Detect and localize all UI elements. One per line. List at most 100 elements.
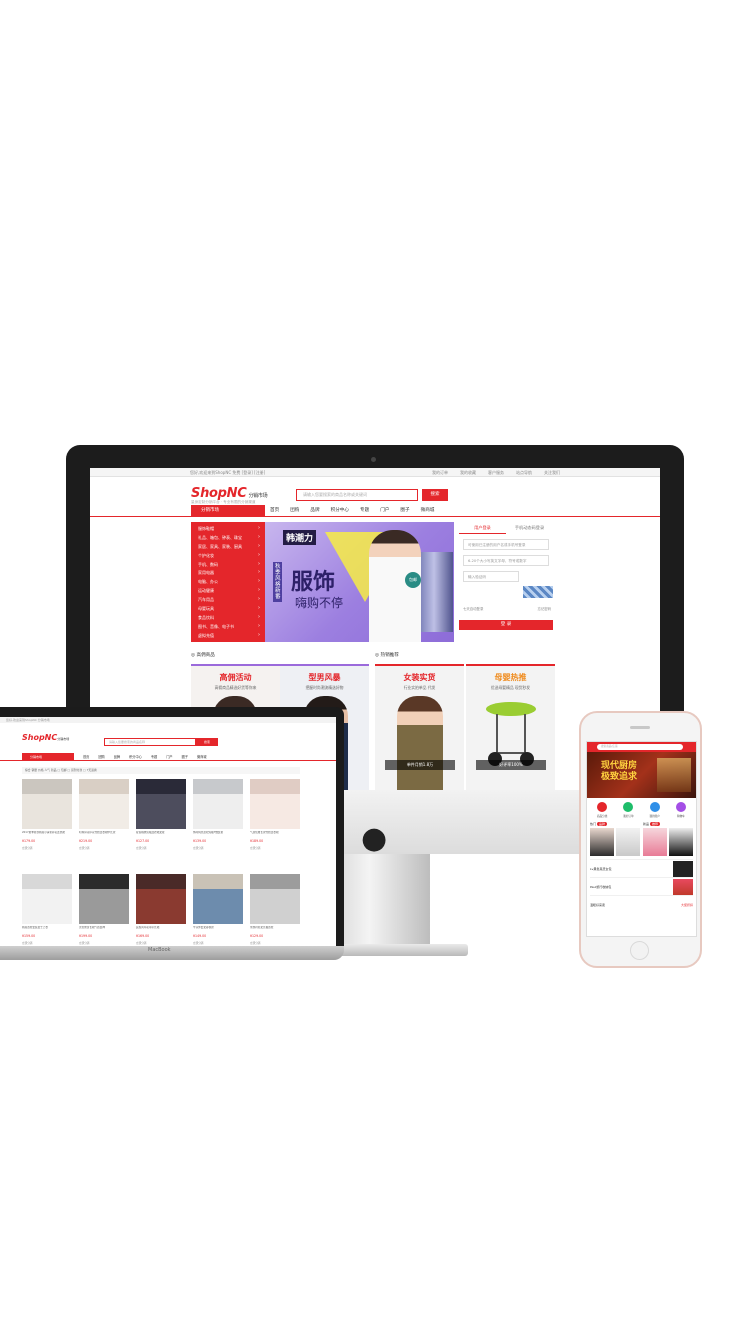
tab-member-login[interactable]: 用户登录 xyxy=(459,522,506,534)
product-title: 2017夏季新款韩版小清新碎花连衣裙 xyxy=(22,831,65,834)
captcha-image[interactable] xyxy=(523,586,553,598)
category-item[interactable]: 礼品、箱包、钟表、珠宝 xyxy=(191,534,265,544)
phone-thumb[interactable] xyxy=(643,828,667,856)
phone-search-input[interactable]: 搜索商品/店铺 xyxy=(597,744,683,750)
laptop-nav-points[interactable]: 积分中心 xyxy=(129,753,142,761)
nav-micro-mall[interactable]: 微商城 xyxy=(421,505,435,517)
phone-thumb[interactable] xyxy=(669,828,693,856)
laptop-main-nav: 分销市场 首页 团购 品牌 积分中心 专题 门户 圈子 微商城 xyxy=(0,753,336,761)
top-link-service[interactable]: 客户服务 xyxy=(488,468,504,477)
promo-card-women[interactable]: 女装实货 行业实拍单品 代发 单件月销1.8万 xyxy=(375,664,464,790)
category-item[interactable]: 母婴玩具 xyxy=(191,605,265,615)
category-item[interactable]: 个护化妆 xyxy=(191,552,265,562)
tab-mobile-login[interactable]: 手机动态码登录 xyxy=(506,522,553,534)
banner-label: 韩潮力 xyxy=(283,530,317,545)
product-filter-bar[interactable]: 综合 销量 价格 人气 新品 □ 包邮 □ 货到付款 □ 7天退换 xyxy=(22,767,300,774)
category-item[interactable]: 家居、家具、家装、厨具 xyxy=(191,543,265,553)
promo-title: 母婴热推 xyxy=(494,673,527,682)
category-icon[interactable]: 商品分类 xyxy=(591,802,613,818)
forgot-password-link[interactable]: 忘记密码 xyxy=(537,606,551,611)
category-menu-title[interactable]: 分销市场 xyxy=(191,505,265,517)
product-card[interactable]: 条纹衬衫女长袖宽松 ¥129.00 立即分销 xyxy=(250,874,300,946)
nav-brand[interactable]: 品牌 xyxy=(310,505,319,517)
product-title: 黑色修身长裙气质女神 xyxy=(79,926,105,929)
top-link-follow[interactable]: 关注我们 xyxy=(544,468,560,477)
nav-circle[interactable]: 圈子 xyxy=(400,505,409,517)
product-card[interactable]: 韩版宽松套装女士上衣 ¥159.00 立即分销 xyxy=(22,874,72,946)
phone-list-item[interactable]: 温暖好来卖 大促折扣 xyxy=(590,895,693,913)
distribute-button[interactable]: 立即分销 xyxy=(250,941,300,945)
nav-groupbuy[interactable]: 团购 xyxy=(290,505,299,517)
password-field[interactable]: 6-20个大小写英文字母、符号或数字 xyxy=(463,555,549,566)
nav-points[interactable]: 积分中心 xyxy=(331,505,349,517)
search-input[interactable]: 请输入您要搜索的商品名称或关键词 xyxy=(296,489,418,501)
product-card[interactable]: 牛仔外套女春秋款 ¥149.00 立即分销 xyxy=(193,874,243,946)
hero-banner[interactable]: 韩潮力 秋季风格新番 服饰 嗨购不停 包邮 xyxy=(265,522,454,642)
product-card[interactable]: 休闲纯色宽松短袖T恤女夏 ¥139.00 立即分销 xyxy=(193,779,243,868)
promo-title: 型男风暴 xyxy=(308,673,341,682)
laptop-search-input[interactable]: 请输入您要搜索的商品名称 xyxy=(104,738,196,746)
product-card[interactable]: 复古格纹短袖连衣裙女夏 ¥127.00 立即分销 xyxy=(136,779,186,868)
search-button[interactable]: 搜索 xyxy=(422,489,448,501)
promo-model-photo xyxy=(397,696,443,790)
top-link-favorites[interactable]: 我的收藏 xyxy=(460,468,476,477)
product-card[interactable]: 气质优雅长款雪纺连衣裙 ¥189.00 立即分销 xyxy=(250,779,300,868)
nav-topics[interactable]: 专题 xyxy=(360,505,369,517)
laptop-screen: 您好,欢迎来到ShopNC 分销市场 ShopNC分销市场 请输入您要搜索的商品… xyxy=(0,717,336,946)
laptop-nav-groupbuy[interactable]: 团购 xyxy=(98,753,104,761)
laptop-nav-brand[interactable]: 品牌 xyxy=(114,753,120,761)
phone-banner[interactable]: 现代厨房 极致追求 xyxy=(587,752,696,798)
product-card[interactable]: 黑色修身长裙气质女神 ¥199.00 立即分销 xyxy=(79,874,129,946)
account-field[interactable]: 可使用已注册的用户名或手机号登录 xyxy=(463,539,549,550)
captcha-field[interactable]: 输入验证码 xyxy=(463,571,519,582)
distribute-button[interactable]: 立即分销 xyxy=(136,846,186,850)
site-logo[interactable]: ShopNC 分销市场 xyxy=(191,486,268,501)
remember-me-checkbox[interactable]: 七天自动登录 xyxy=(463,606,483,611)
top-link-sitemap[interactable]: 站点导航 xyxy=(516,468,532,477)
category-item[interactable]: 图书、音像、电子书 xyxy=(191,623,265,633)
distribute-button[interactable]: 立即分销 xyxy=(79,941,129,945)
category-item[interactable]: 服饰鞋帽 xyxy=(191,525,265,535)
distribute-button[interactable]: 立即分销 xyxy=(193,941,243,945)
product-price: ¥189.00 xyxy=(250,839,264,843)
category-item[interactable]: 运动健康 xyxy=(191,587,265,597)
category-item[interactable]: 电脑、办公 xyxy=(191,578,265,588)
nav-portal[interactable]: 门户 xyxy=(380,505,389,517)
laptop-nav-topics[interactable]: 专题 xyxy=(151,753,157,761)
category-item[interactable]: 虚拟充值 xyxy=(191,632,265,642)
promo-card-baby[interactable]: 母婴热推 优选母婴精品 现货秒发 好评率100% xyxy=(466,664,555,790)
phone-thumb[interactable] xyxy=(590,828,614,856)
phone-item-image xyxy=(673,860,693,877)
product-title: 复古格纹短袖连衣裙女夏 xyxy=(136,831,165,834)
category-item[interactable]: 家用电器 xyxy=(191,569,265,579)
laptop-nav-portal[interactable]: 门户 xyxy=(166,753,172,761)
distribute-button[interactable]: 立即分销 xyxy=(136,941,186,945)
product-card[interactable]: 2017夏季新款韩版小清新碎花连衣裙 ¥179.00 立即分销 xyxy=(22,779,72,868)
product-price: ¥149.00 xyxy=(193,934,207,938)
nav-home[interactable]: 首页 xyxy=(270,505,279,517)
laptop-search-button[interactable]: 搜索 xyxy=(196,738,218,746)
laptop-nav-micro-mall[interactable]: 微商城 xyxy=(197,753,207,761)
cart-icon[interactable]: 购物车 xyxy=(670,802,692,818)
distribute-button[interactable]: 立即分销 xyxy=(79,846,129,850)
laptop-nav-circle[interactable]: 圈子 xyxy=(182,753,188,761)
login-button[interactable]: 登 录 xyxy=(459,620,553,630)
category-item[interactable]: 汽车用品 xyxy=(191,596,265,606)
product-card[interactable]: 民族风印花吊带长裙 ¥169.00 立即分销 xyxy=(136,874,186,946)
laptop-site-logo[interactable]: ShopNC分销市场 xyxy=(22,733,69,742)
phone-list-item[interactable]: Lv黑色真皮女包 xyxy=(590,859,693,877)
laptop-category-title[interactable]: 分销市场 xyxy=(22,753,74,761)
phone-thumb[interactable] xyxy=(616,828,640,856)
account-icon[interactable]: 我的账户 xyxy=(644,802,666,818)
category-item[interactable]: 食品饮料 xyxy=(191,614,265,624)
distribute-button[interactable]: 立即分销 xyxy=(22,941,72,945)
distribute-button[interactable]: 立即分销 xyxy=(250,846,300,850)
product-card[interactable]: 时尚碎花印花雪纺连衣裙中长款 ¥219.00 立即分销 xyxy=(79,779,129,868)
phone-list-item[interactable]: Paul旅行收纳包 xyxy=(590,877,693,895)
distribute-button[interactable]: 立即分销 xyxy=(22,846,72,850)
laptop-nav-home[interactable]: 首页 xyxy=(83,753,89,761)
promo-subtitle: 高佣商品精选好货等你来 xyxy=(214,685,257,690)
top-link-orders[interactable]: 我的订单 xyxy=(432,468,448,477)
orders-icon[interactable]: 我的订单 xyxy=(617,802,639,818)
distribute-button[interactable]: 立即分销 xyxy=(193,846,243,850)
